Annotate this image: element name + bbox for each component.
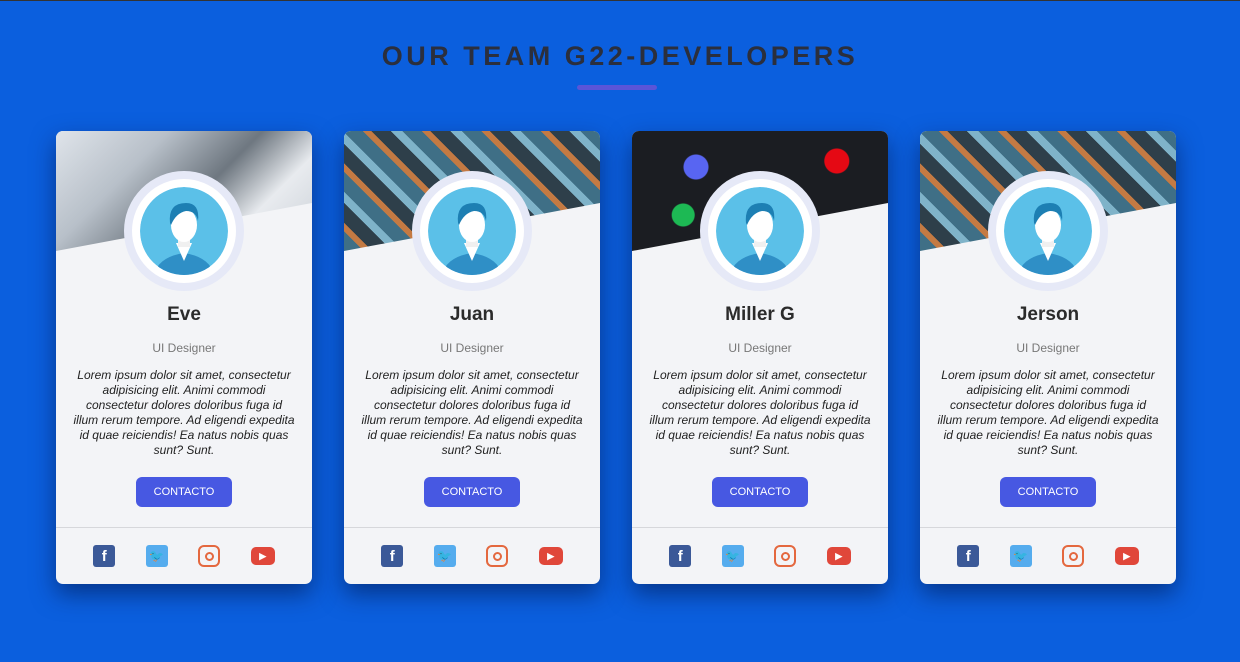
team-card: Eve UI Designer Lorem ipsum dolor sit am… [56,131,312,584]
page-title: OUR TEAM G22-DEVELOPERS [381,41,859,71]
member-description: Lorem ipsum dolor sit amet, consectetur … [649,368,871,457]
member-description: Lorem ipsum dolor sit amet, consectetur … [361,368,583,457]
social-links: f 🐦 ▶ [344,545,600,567]
member-name: Juan [449,304,495,325]
team-card: Juan UI Designer Lorem ipsum dolor sit a… [344,131,600,584]
youtube-icon[interactable]: ▶ [538,547,563,565]
divider [56,527,312,528]
avatar [412,171,532,291]
member-name: Miller G [725,304,795,325]
instagram-icon[interactable] [774,545,797,567]
twitter-icon[interactable]: 🐦 [433,545,456,567]
twitter-icon[interactable]: 🐦 [721,545,744,567]
divider [344,527,600,528]
member-role: UI Designer [440,341,504,355]
user-avatar-icon [716,187,804,275]
team-card: Miller G UI Designer Lorem ipsum dolor s… [632,131,888,584]
facebook-icon[interactable]: f [957,545,980,567]
member-role: UI Designer [152,341,216,355]
social-links: f 🐦 ▶ [56,545,312,567]
social-links: f 🐦 ▶ [632,545,888,567]
twitter-icon[interactable]: 🐦 [145,545,168,567]
divider [920,527,1176,528]
facebook-icon[interactable]: f [93,545,116,567]
instagram-icon[interactable] [198,545,221,567]
facebook-icon[interactable]: f [669,545,692,567]
instagram-icon[interactable] [1062,545,1085,567]
avatar [988,171,1108,291]
contact-button[interactable]: CONTACTO [424,477,520,507]
instagram-icon[interactable] [486,545,509,567]
avatar [700,171,820,291]
facebook-icon[interactable]: f [381,545,404,567]
social-links: f 🐦 ▶ [920,545,1176,567]
user-avatar-icon [140,187,228,275]
member-role: UI Designer [1016,341,1080,355]
title-underline [577,85,657,90]
team-card: Jerson UI Designer Lorem ipsum dolor sit… [920,131,1176,584]
member-description: Lorem ipsum dolor sit amet, consectetur … [937,368,1159,457]
contact-button[interactable]: CONTACTO [136,477,232,507]
contact-button[interactable]: CONTACTO [712,477,808,507]
user-avatar-icon [428,187,516,275]
youtube-icon[interactable]: ▶ [1114,547,1139,565]
contact-button[interactable]: CONTACTO [1000,477,1096,507]
member-name: Eve [167,304,201,325]
member-name: Jerson [1016,304,1080,325]
twitter-icon[interactable]: 🐦 [1009,545,1032,567]
avatar [124,171,244,291]
user-avatar-icon [1004,187,1092,275]
divider [632,527,888,528]
youtube-icon[interactable]: ▶ [826,547,851,565]
member-description: Lorem ipsum dolor sit amet, consectetur … [73,368,295,457]
member-role: UI Designer [728,341,792,355]
youtube-icon[interactable]: ▶ [250,547,275,565]
